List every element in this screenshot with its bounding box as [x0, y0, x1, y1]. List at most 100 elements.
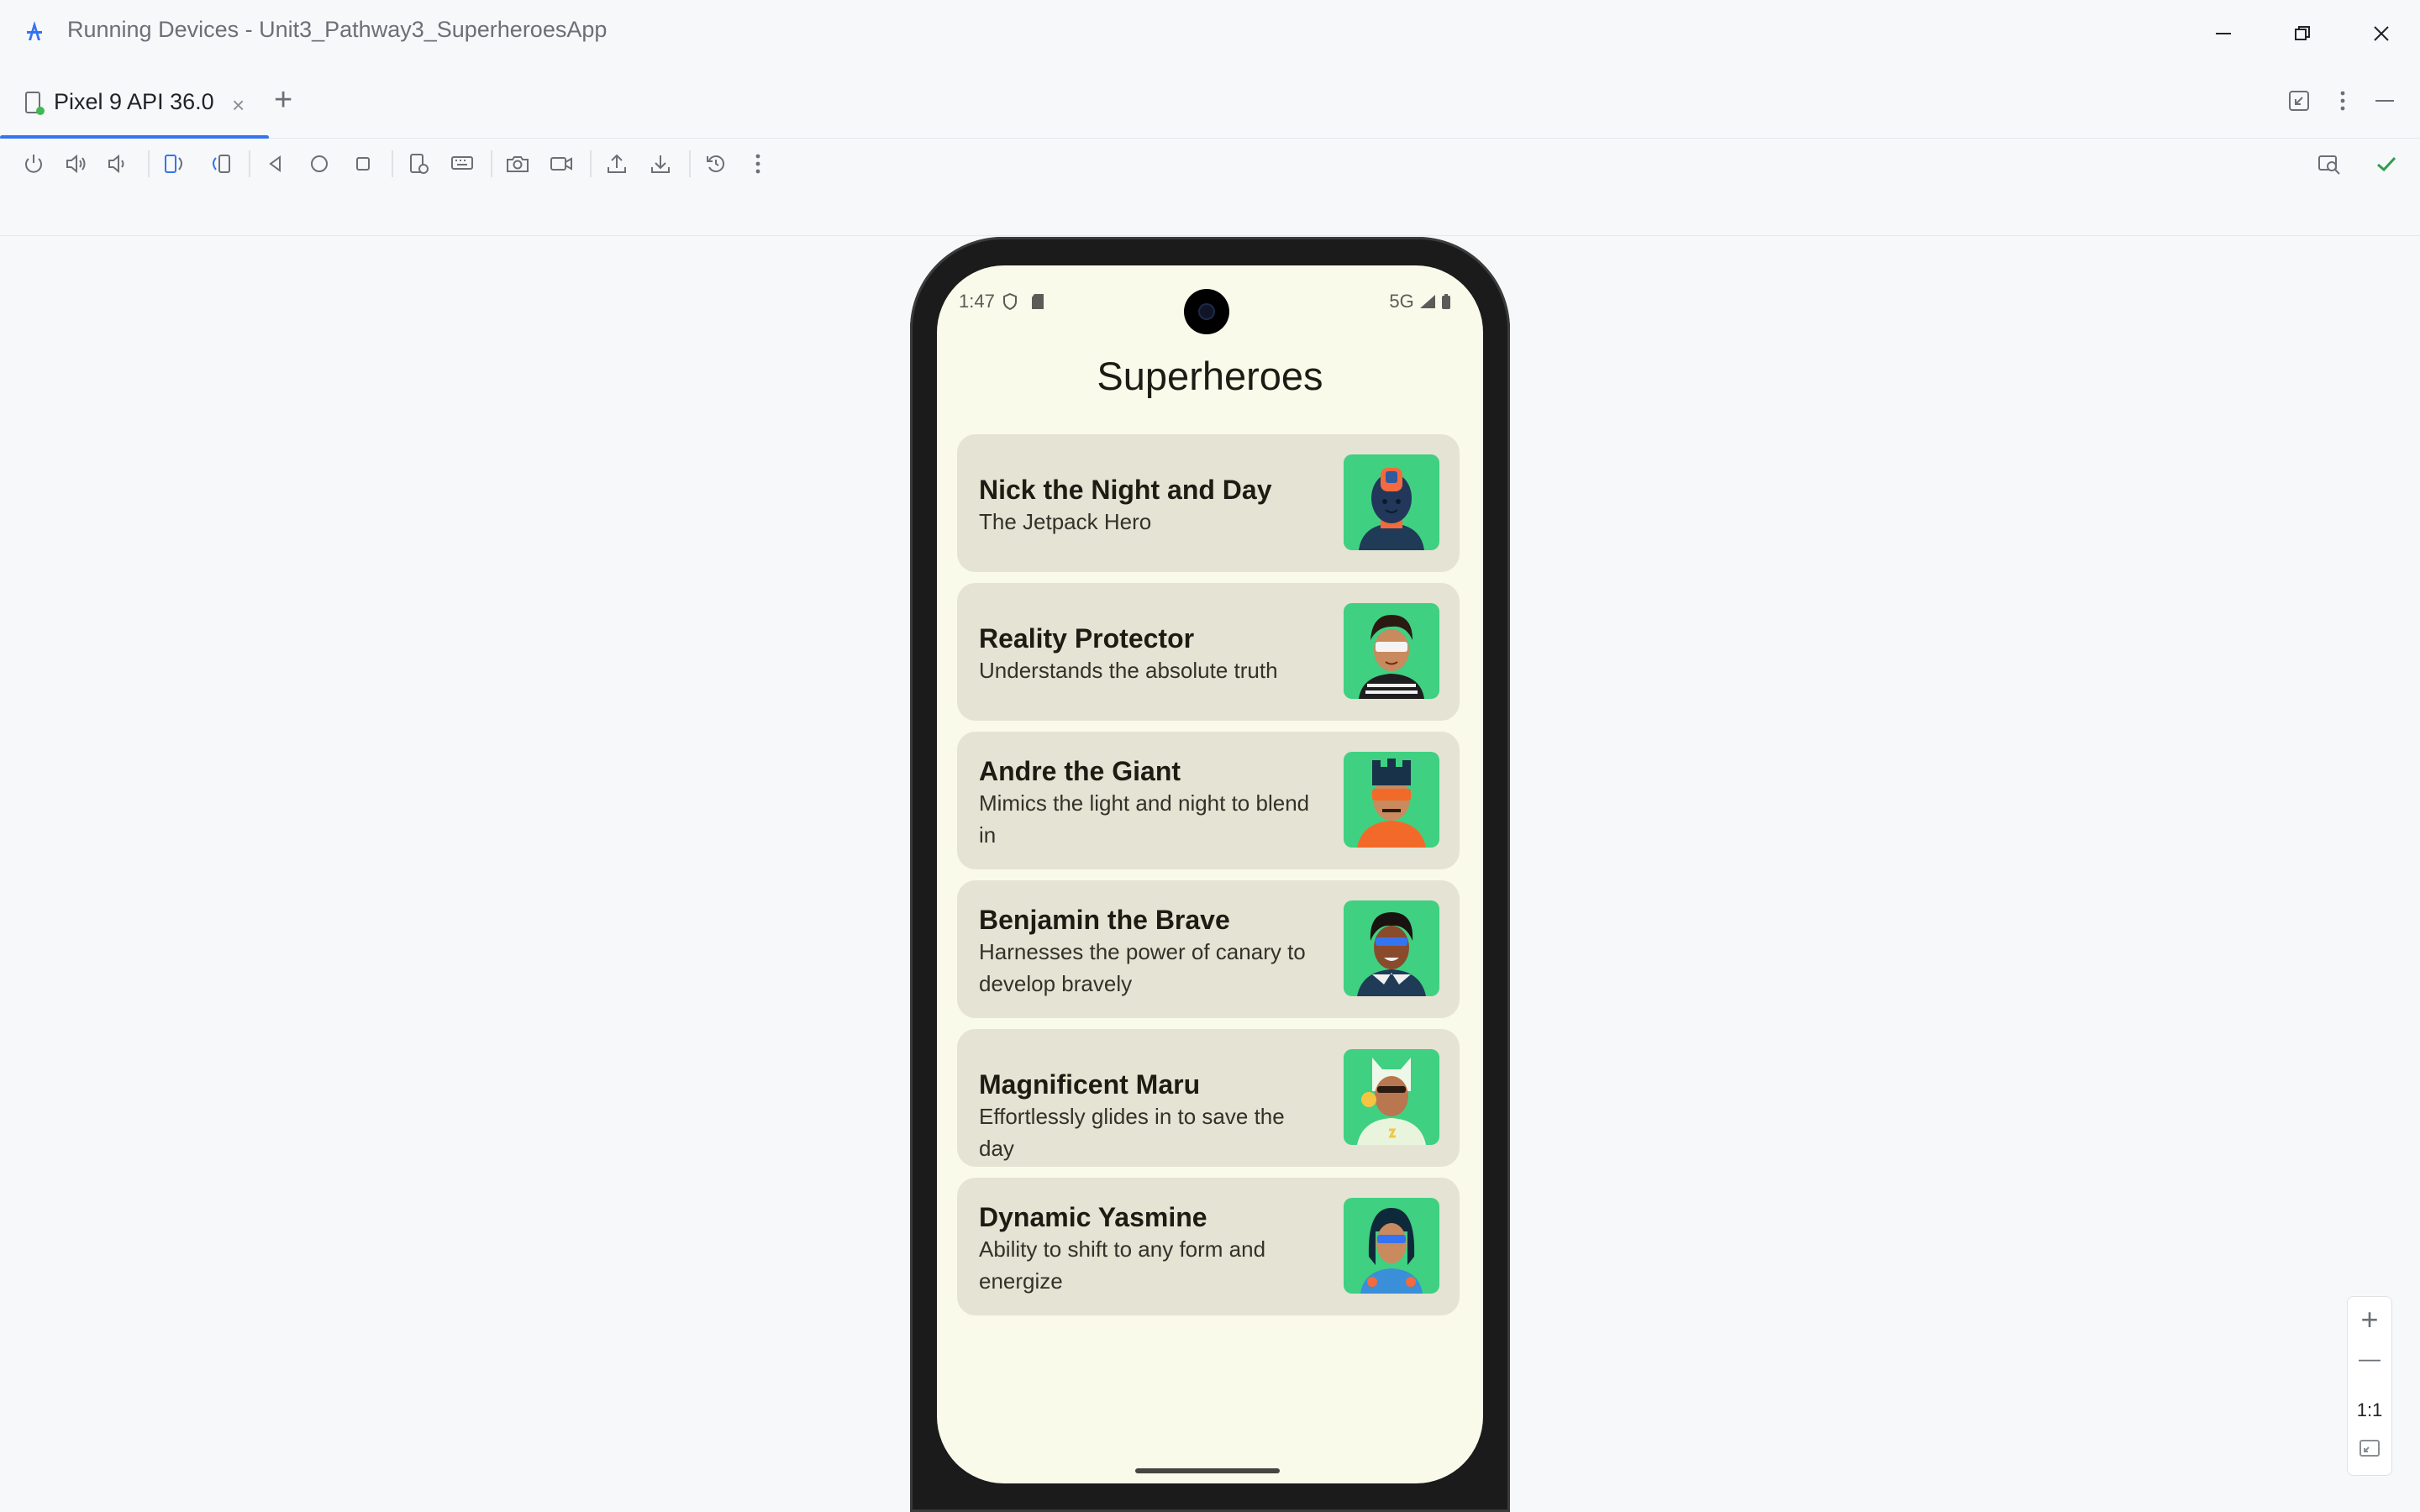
more-icon — [755, 154, 760, 174]
hero-avatar — [1344, 1049, 1439, 1145]
zoom-out-button[interactable]: — — [2348, 1346, 2391, 1372]
hero-description: Mimics the light and night to blend in — [979, 790, 1310, 848]
device-tab-bar: Pixel 9 API 36.0 × + — [0, 67, 2420, 139]
phone-frame: 1:47 5G Superheroes Nick the Night and D… — [910, 237, 1510, 1512]
hero-avatar-image — [1357, 912, 1426, 996]
device-settings-button[interactable] — [403, 149, 434, 179]
rotate-right-button[interactable] — [205, 149, 235, 179]
window-title: Running Devices - Unit3_Pathway3_Superhe… — [67, 17, 608, 42]
toolbar-separator — [689, 150, 691, 177]
hide-panel-icon[interactable] — [2373, 89, 2396, 113]
inspect-button[interactable] — [2314, 149, 2344, 179]
screen-record-icon — [550, 157, 572, 171]
hero-card-text: Reality Protector Understands the absolu… — [979, 622, 1323, 686]
screen-record-button[interactable] — [546, 149, 576, 179]
more-actions-button[interactable] — [743, 149, 773, 179]
power-button[interactable] — [18, 149, 49, 179]
hero-avatar-image — [1359, 615, 1424, 699]
push-file-button[interactable] — [602, 149, 632, 179]
collapse-icon[interactable] — [2287, 89, 2311, 113]
minimize-icon — [2216, 33, 2231, 34]
overview-button[interactable] — [348, 149, 378, 179]
more-options-icon[interactable] — [2331, 89, 2354, 113]
status-bar: 1:47 5G — [937, 265, 1483, 334]
hero-card-text: Benjamin the Brave Harnesses the power o… — [979, 904, 1323, 1000]
add-tab-icon[interactable]: + — [274, 84, 292, 116]
hero-avatar — [1344, 900, 1439, 996]
hero-avatar — [1344, 454, 1439, 550]
home-icon — [311, 155, 328, 172]
hero-name: Benjamin the Brave — [979, 905, 1230, 935]
reset-button[interactable] — [701, 149, 731, 179]
hero-card-yasmine[interactable]: Dynamic Yasmine Ability to shift to any … — [957, 1178, 1460, 1315]
status-time: 1:47 — [959, 291, 995, 312]
volume-down-button[interactable] — [103, 149, 133, 179]
hero-card-andre[interactable]: Andre the Giant Mimics the light and nig… — [957, 732, 1460, 869]
actual-size-button[interactable]: 1:1 — [2348, 1399, 2391, 1421]
android-studio-icon — [27, 21, 42, 40]
overview-icon — [356, 157, 370, 171]
screenshot-icon — [507, 156, 529, 172]
check-icon — [2377, 156, 2396, 172]
rotate-left-button[interactable] — [160, 149, 190, 179]
hero-avatar-image — [1357, 1058, 1426, 1145]
tab-close-icon[interactable]: × — [232, 92, 245, 118]
screenshot-button[interactable] — [502, 149, 533, 179]
hero-description: Harnesses the power of canary to develop… — [979, 939, 1306, 996]
hero-description: Effortlessly glides in to save the day — [979, 1104, 1285, 1161]
battery-icon — [1442, 294, 1450, 309]
hero-name: Reality Protector — [979, 623, 1195, 654]
tab-pixel-9[interactable]: Pixel 9 API 36.0 × — [0, 67, 269, 139]
device-toolbar — [0, 139, 2420, 236]
hero-avatar — [1344, 1198, 1439, 1294]
pull-file-button[interactable] — [645, 149, 676, 179]
hero-description: The Jetpack Hero — [979, 509, 1152, 534]
close-icon — [2374, 26, 2389, 41]
power-icon — [25, 155, 42, 173]
fit-screen-button[interactable] — [2348, 1436, 2391, 1464]
device-screen[interactable]: 1:47 5G Superheroes Nick the Night and D… — [937, 265, 1483, 1483]
hero-card-maru[interactable]: Magnificent Maru Effortlessly glides in … — [957, 1029, 1460, 1167]
reset-icon — [707, 155, 725, 172]
hero-avatar — [1344, 752, 1439, 848]
hero-card-reality[interactable]: Reality Protector Understands the absolu… — [957, 583, 1460, 721]
keyboard-icon — [451, 156, 473, 170]
keyboard-button[interactable] — [447, 149, 477, 179]
volume-down-icon — [108, 154, 124, 174]
toolbar-separator — [392, 150, 393, 177]
back-button[interactable] — [260, 149, 291, 179]
app-title: Superheroes — [1097, 354, 1323, 398]
hero-name: Andre the Giant — [979, 756, 1181, 786]
hero-card-text: Nick the Night and Day The Jetpack Hero — [979, 474, 1323, 538]
hero-name: Nick the Night and Day — [979, 475, 1272, 505]
zoom-controls: + — 1:1 — [2347, 1296, 2392, 1476]
minimize-button[interactable] — [2198, 12, 2249, 55]
front-camera — [1184, 289, 1229, 334]
zoom-in-button[interactable]: + — [2348, 1302, 2391, 1337]
gesture-home-bar[interactable] — [1135, 1468, 1280, 1473]
close-button[interactable] — [2356, 12, 2407, 55]
hero-card-benjamin[interactable]: Benjamin the Brave Harnesses the power o… — [957, 880, 1460, 1018]
title-bar: Running Devices - Unit3_Pathway3_Superhe… — [0, 0, 2420, 68]
status-ok-button[interactable] — [2371, 149, 2402, 179]
toolbar-separator — [148, 150, 150, 177]
device-settings-icon — [410, 154, 429, 174]
volume-up-icon — [66, 154, 86, 174]
restore-button[interactable] — [2277, 12, 2328, 55]
hero-card-nick[interactable]: Nick the Night and Day The Jetpack Hero — [957, 434, 1460, 572]
rotate-left-icon — [165, 155, 182, 173]
hero-avatar-image — [1360, 1208, 1423, 1294]
pull-icon — [651, 155, 670, 173]
hero-name: Magnificent Maru — [979, 1069, 1201, 1100]
volume-up-button[interactable] — [60, 149, 91, 179]
back-icon — [269, 155, 281, 172]
hero-description: Understands the absolute truth — [979, 658, 1278, 683]
sd-card-icon — [1032, 294, 1044, 309]
hero-card-text: Magnificent Maru Effortlessly glides in … — [979, 1068, 1323, 1164]
status-network: 5G — [1389, 291, 1451, 312]
home-button[interactable] — [304, 149, 334, 179]
network-label: 5G — [1389, 291, 1414, 312]
hero-card-text: Dynamic Yasmine Ability to shift to any … — [979, 1201, 1323, 1297]
push-icon — [608, 154, 626, 173]
hero-avatar-image — [1359, 468, 1424, 550]
